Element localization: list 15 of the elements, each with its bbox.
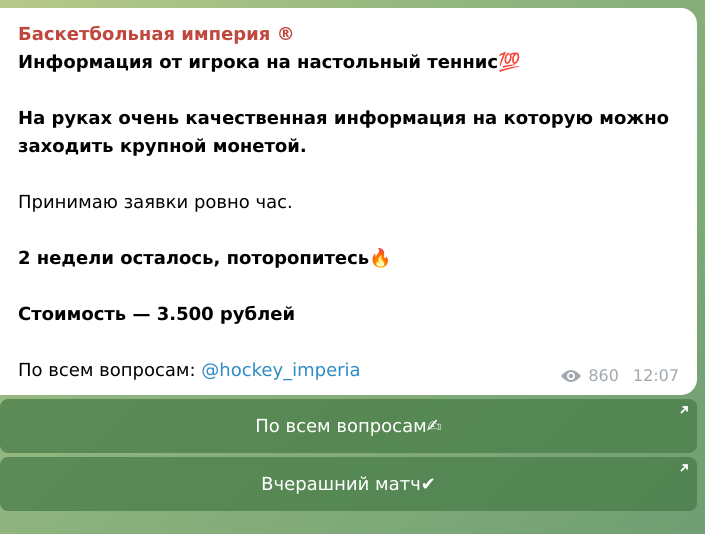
eye-icon — [560, 368, 582, 382]
message-text: По всем вопросам: @hockey_imperia — [18, 359, 361, 383]
arrow-icon — [679, 463, 689, 473]
username-link[interactable]: @hockey_imperia — [201, 360, 361, 381]
message-text: Принимаю заявки ровно час. — [18, 191, 294, 215]
view-count: 860 — [588, 366, 619, 385]
inline-button[interactable]: По всем вопросам✍ — [0, 399, 697, 453]
message-text: 2 недели осталось, поторопитесь🔥 — [18, 247, 392, 271]
message-text: На руках очень качественная информация на которую можно заходить крупной монетой. — [18, 107, 670, 159]
message-time: 12:07 — [632, 366, 679, 385]
message-text: Стоимость — 3.500 рублей — [18, 303, 296, 327]
message-text: Информация от игрока на настольный теннис💯 — [18, 51, 522, 75]
arrow-icon — [679, 405, 689, 415]
channel-name[interactable]: Баскетбольная империя ® — [18, 20, 679, 49]
inline-button[interactable]: Вчерашний матч✔ — [0, 457, 697, 511]
